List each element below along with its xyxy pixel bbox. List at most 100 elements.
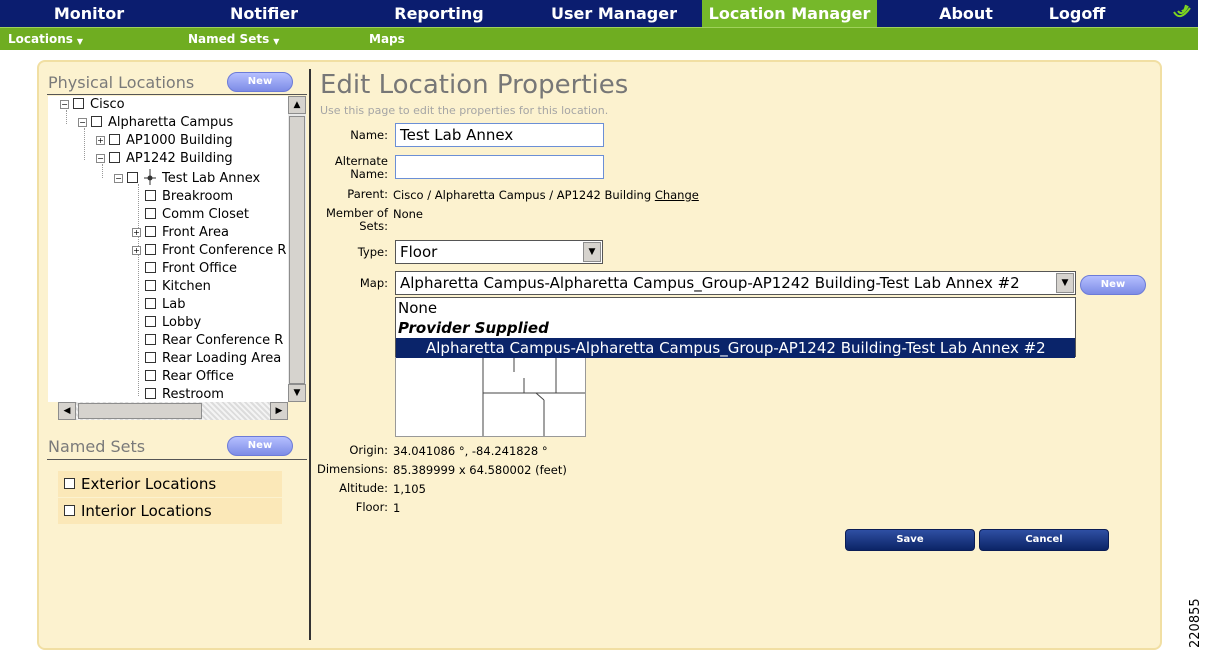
tree-node-rear-office[interactable]: Rear Office <box>132 368 234 386</box>
tree-vertical-scrollbar[interactable]: ▲ ▼ <box>288 96 306 402</box>
nav-about[interactable]: About <box>920 0 1012 27</box>
chevron-down-icon: ▼ <box>273 37 280 46</box>
panel-divider <box>309 69 311 640</box>
save-button[interactable]: Save <box>845 529 975 551</box>
collapse-icon[interactable]: − <box>114 174 123 183</box>
cancel-button[interactable]: Cancel <box>979 529 1109 551</box>
tree-node-label: Cisco <box>90 97 125 112</box>
new-location-button[interactable]: New <box>227 72 293 92</box>
alternate-name-input[interactable] <box>395 155 604 179</box>
dimensions-label: Dimensions: <box>317 462 388 476</box>
tree-checkbox[interactable] <box>145 298 156 309</box>
set-checkbox[interactable] <box>64 505 75 516</box>
tree-node-cisco[interactable]: − Cisco <box>60 96 125 114</box>
tree-node-rear-conference[interactable]: Rear Conference R <box>132 332 283 350</box>
tree-checkbox[interactable] <box>145 370 156 381</box>
change-parent-link[interactable]: Change <box>655 188 699 202</box>
tree-horizontal-scrollbar[interactable]: ◀ ▶ <box>58 402 288 420</box>
tree-node-kitchen[interactable]: Kitchen <box>132 278 211 296</box>
nav-logoff[interactable]: Logoff <box>1036 0 1118 27</box>
type-label: Type: <box>357 245 388 259</box>
tree-checkbox[interactable] <box>145 388 156 399</box>
scroll-up-icon[interactable]: ▲ <box>288 96 306 114</box>
tree-checkbox[interactable] <box>145 280 156 291</box>
tree-node-lab[interactable]: Lab <box>132 296 185 314</box>
tree-checkbox[interactable] <box>145 244 156 255</box>
map-option-provider-supplied[interactable]: Provider Supplied <box>396 318 1075 338</box>
tree-node-test-lab-annex[interactable]: − Test Lab Annex <box>114 169 260 187</box>
scrollbar-thumb[interactable] <box>78 403 202 419</box>
map-option-none[interactable]: None <box>396 298 1075 318</box>
chevron-down-icon[interactable]: ▼ <box>583 242 601 262</box>
map-thumbnail <box>395 357 586 437</box>
tree-node-front-conference[interactable]: + Front Conference R <box>132 242 286 260</box>
cisco-wave-icon <box>1173 4 1191 18</box>
tree-node-breakroom[interactable]: Breakroom <box>132 188 233 206</box>
section-divider <box>47 459 307 460</box>
new-named-set-button[interactable]: New <box>227 436 293 456</box>
tree-node-alpharetta-campus[interactable]: − Alpharetta Campus <box>78 114 233 132</box>
physical-locations-title: Physical Locations <box>48 73 195 92</box>
collapse-icon[interactable]: − <box>96 154 105 163</box>
tree-node-front-office[interactable]: Front Office <box>132 260 237 278</box>
chevron-down-icon: ▼ <box>76 37 84 46</box>
page-subtitle: Use this page to edit the properties for… <box>320 104 609 117</box>
tree-node-restroom[interactable]: Restroom <box>132 386 224 402</box>
page-title: Edit Location Properties <box>320 70 629 100</box>
subnav-named-sets[interactable]: Named Sets ▼ <box>188 28 279 50</box>
chevron-down-icon[interactable]: ▼ <box>1056 273 1074 293</box>
scroll-right-icon[interactable]: ▶ <box>270 402 288 420</box>
map-select[interactable]: Alpharetta Campus-Alpharetta Campus_Grou… <box>395 271 1076 295</box>
tree-checkbox[interactable] <box>145 190 156 201</box>
named-set-exterior[interactable]: Exterior Locations <box>58 471 282 497</box>
tree-checkbox[interactable] <box>145 208 156 219</box>
collapse-icon[interactable]: − <box>60 100 69 109</box>
collapse-icon[interactable]: − <box>78 118 87 127</box>
name-input[interactable]: Test Lab Annex <box>395 123 604 147</box>
tree-checkbox[interactable] <box>109 134 120 145</box>
nav-user-manager[interactable]: User Manager <box>548 0 680 27</box>
tree-checkbox[interactable] <box>127 172 138 183</box>
dimensions-value: 85.389999 x 64.580002 (feet) <box>393 463 567 477</box>
tree-node-lobby[interactable]: Lobby <box>132 314 201 332</box>
tree-node-rear-loading-area[interactable]: Rear Loading Area <box>132 350 281 368</box>
tree-node-label: Rear Conference R <box>162 333 284 348</box>
tree-node-ap1242-building[interactable]: − AP1242 Building <box>96 150 233 168</box>
tree-checkbox[interactable] <box>145 352 156 363</box>
scroll-down-icon[interactable]: ▼ <box>288 384 306 402</box>
subnav-maps[interactable]: Maps <box>369 28 405 50</box>
nav-notifier[interactable]: Notifier <box>200 0 328 27</box>
tree-checkbox[interactable] <box>73 98 84 109</box>
set-checkbox[interactable] <box>64 478 75 489</box>
floor-value: 1 <box>393 501 401 515</box>
tree-node-ap1000-building[interactable]: + AP1000 Building <box>96 132 233 150</box>
tree-node-comm-closet[interactable]: Comm Closet <box>132 206 249 224</box>
expand-icon[interactable]: + <box>96 136 105 145</box>
member-of-sets-value: None <box>393 207 424 221</box>
alternate-name-label-line2: Name: <box>350 167 388 181</box>
expand-icon[interactable]: + <box>132 246 141 255</box>
subnav-locations[interactable]: Locations ▼ <box>8 28 83 50</box>
scroll-left-icon[interactable]: ◀ <box>58 402 76 420</box>
tree-node-front-area[interactable]: + Front Area <box>132 224 229 242</box>
tree-checkbox[interactable] <box>145 334 156 345</box>
type-select[interactable]: Floor ▼ <box>395 240 603 264</box>
nav-monitor[interactable]: Monitor <box>30 0 148 27</box>
named-sets-title: Named Sets <box>48 437 146 456</box>
tree-checkbox[interactable] <box>145 316 156 327</box>
expand-icon[interactable]: + <box>132 228 141 237</box>
nav-location-manager[interactable]: Location Manager <box>702 0 877 27</box>
tree-checkbox[interactable] <box>145 262 156 273</box>
nav-reporting[interactable]: Reporting <box>378 0 500 27</box>
scrollbar-thumb[interactable] <box>289 116 305 384</box>
tree-checkbox[interactable] <box>91 116 102 127</box>
map-option-test-lab-annex-2[interactable]: Alpharetta Campus-Alpharetta Campus_Grou… <box>396 338 1075 358</box>
member-label-line1: Member of <box>325 206 388 220</box>
tree-checkbox[interactable] <box>145 226 156 237</box>
new-map-button[interactable]: New <box>1080 275 1146 295</box>
tree-node-label: Lab <box>162 297 186 312</box>
tree-node-label: Restroom <box>162 387 224 402</box>
parent-label: Parent: <box>347 187 388 201</box>
named-set-interior[interactable]: Interior Locations <box>58 498 282 524</box>
tree-checkbox[interactable] <box>109 152 120 163</box>
